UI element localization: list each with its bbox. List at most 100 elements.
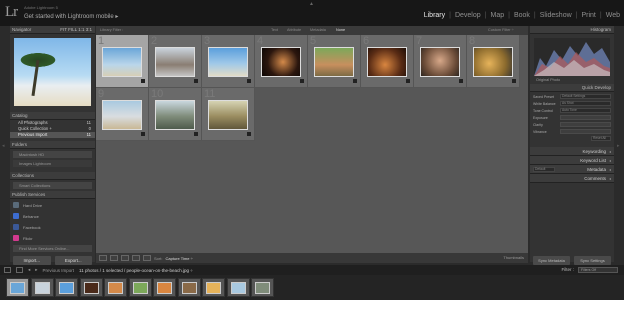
- grid-cell[interactable]: 1: [96, 35, 149, 88]
- metadata-badge-icon[interactable]: [406, 79, 410, 83]
- module-library[interactable]: Library: [424, 12, 445, 19]
- photo-thumbnail[interactable]: [155, 100, 195, 130]
- metadata-badge-icon[interactable]: [247, 132, 251, 136]
- folder-volume[interactable]: Macintosh HD: [13, 151, 92, 158]
- folders-header[interactable]: Folders: [10, 141, 95, 149]
- publish-header[interactable]: Publish Services: [10, 191, 95, 199]
- thumbnails-size-label[interactable]: Thumbnails: [503, 255, 524, 260]
- navigator-zoom-options[interactable]: FIT FILL 1:1 3:1: [60, 26, 92, 33]
- module-slideshow[interactable]: Slideshow: [540, 12, 572, 19]
- back-arrow-icon[interactable]: ◂: [28, 267, 30, 273]
- metadata-badge-icon[interactable]: [141, 132, 145, 136]
- photo-thumbnail[interactable]: [367, 47, 407, 77]
- grid-view-button[interactable]: [99, 255, 107, 261]
- quick-develop-header[interactable]: Quick Develop: [530, 84, 614, 92]
- grid-cell[interactable]: 8: [467, 35, 520, 88]
- import-button[interactable]: Import...: [13, 256, 51, 265]
- publish-service-flickr[interactable]: Flickr: [13, 233, 92, 243]
- secondary-window-icon[interactable]: [4, 267, 11, 273]
- filmstrip-thumbnail[interactable]: [104, 278, 127, 297]
- photo-thumbnail[interactable]: [314, 47, 354, 77]
- grid-cell[interactable]: 10: [149, 88, 202, 141]
- filter-none[interactable]: None: [336, 28, 345, 32]
- filter-text[interactable]: Text: [271, 28, 278, 32]
- right-panel-toggle-icon[interactable]: ▸: [617, 143, 620, 149]
- metadata-badge-icon[interactable]: [141, 79, 145, 83]
- filter-metadata[interactable]: Metadata: [310, 28, 326, 32]
- metadata-badge-icon[interactable]: [247, 79, 251, 83]
- collection-smart[interactable]: Smart Collections: [13, 182, 92, 189]
- grid-cell[interactable]: 6: [361, 35, 414, 88]
- grid-icon[interactable]: [16, 267, 23, 273]
- grid-cell[interactable]: 7: [414, 35, 467, 88]
- filter-select[interactable]: Filters Off: [578, 267, 618, 273]
- forward-arrow-icon[interactable]: ▸: [35, 267, 37, 273]
- left-panel-toggle-icon[interactable]: ◂: [2, 143, 5, 149]
- find-more-services[interactable]: Find More Services Online...: [13, 245, 92, 252]
- filmstrip-thumbnail[interactable]: [153, 278, 176, 297]
- export-button[interactable]: Export...: [54, 256, 92, 265]
- qd-exposure-steppers[interactable]: [560, 115, 611, 120]
- metadata-badge-icon[interactable]: [512, 79, 516, 83]
- module-map[interactable]: Map: [490, 12, 504, 19]
- collections-header[interactable]: Collections: [10, 172, 95, 180]
- module-develop[interactable]: Develop: [455, 12, 481, 19]
- metadata-preset-select[interactable]: Default: [533, 167, 555, 172]
- metadata-section[interactable]: Default Metadata ◂: [530, 165, 614, 174]
- photo-thumbnail[interactable]: [420, 47, 460, 77]
- qd-clarity-steppers[interactable]: [560, 122, 611, 127]
- metadata-badge-icon[interactable]: [194, 79, 198, 83]
- photo-thumbnail[interactable]: [102, 47, 142, 77]
- reset-all-button[interactable]: Reset All: [591, 136, 611, 141]
- qd-white-balance-select[interactable]: As Shot: [560, 101, 611, 106]
- qd-saved-preset-select[interactable]: Default Settings: [560, 94, 611, 99]
- module-web[interactable]: Web: [606, 12, 620, 19]
- grid-cell[interactable]: 11: [202, 88, 255, 141]
- keywording-section[interactable]: Keywording ◂: [530, 147, 614, 156]
- filmstrip-thumbnail[interactable]: [177, 278, 201, 297]
- navigator-preview[interactable]: [14, 38, 91, 106]
- filmstrip-source[interactable]: Previous Import: [43, 268, 75, 273]
- module-print[interactable]: Print: [581, 12, 595, 19]
- grid-cell[interactable]: 9: [96, 88, 149, 141]
- compare-view-button[interactable]: [121, 255, 129, 261]
- filmstrip-thumbnail[interactable]: [55, 278, 78, 297]
- photo-thumbnail[interactable]: [208, 47, 248, 77]
- filter-custom-select[interactable]: Custom Filter ÷: [488, 28, 514, 32]
- module-book[interactable]: Book: [514, 12, 530, 19]
- loupe-view-button[interactable]: [110, 255, 118, 261]
- filmstrip-thumbnail[interactable]: [251, 278, 274, 297]
- original-photo-toggle[interactable]: Original Photo: [536, 78, 608, 82]
- filmstrip-thumbnail[interactable]: [30, 278, 54, 297]
- grid-cell[interactable]: 3: [202, 35, 255, 88]
- painter-button[interactable]: [143, 255, 151, 261]
- filter-attribute[interactable]: Attribute: [287, 28, 301, 32]
- photo-thumbnail[interactable]: [155, 47, 195, 77]
- qd-vibrance-steppers[interactable]: [560, 129, 611, 134]
- qd-auto-tone-button[interactable]: Auto Tone: [560, 108, 611, 113]
- collapse-top-arrow-icon[interactable]: ▲: [309, 1, 314, 7]
- photo-thumbnail[interactable]: [473, 47, 513, 77]
- keyword-list-section[interactable]: Keyword List ◂: [530, 156, 614, 165]
- photo-thumbnail[interactable]: [102, 100, 142, 130]
- folder-item[interactable]: Images Lightroom: [13, 160, 92, 167]
- grid-cell[interactable]: 5: [308, 35, 361, 88]
- filmstrip-thumbnail[interactable]: [79, 278, 103, 297]
- navigator-header[interactable]: Navigator FIT FILL 1:1 3:1: [10, 26, 95, 34]
- metadata-badge-icon[interactable]: [194, 132, 198, 136]
- filmstrip-thumbnail[interactable]: [6, 278, 29, 297]
- sync-settings-button[interactable]: Sync Settings: [574, 256, 611, 265]
- grid-cell[interactable]: 2: [149, 35, 202, 88]
- sort-select[interactable]: Capture Time ÷: [165, 256, 192, 261]
- metadata-badge-icon[interactable]: [353, 79, 357, 83]
- sync-metadata-button[interactable]: Sync Metadata: [533, 256, 570, 265]
- photo-thumbnail[interactable]: [208, 100, 248, 130]
- metadata-badge-icon[interactable]: [300, 79, 304, 83]
- filmstrip-thumbnail[interactable]: [226, 278, 250, 297]
- metadata-badge-icon[interactable]: [459, 79, 463, 83]
- survey-view-button[interactable]: [132, 255, 140, 261]
- publish-service-harddrive[interactable]: Hard Drive: [13, 200, 92, 210]
- grid-cell[interactable]: 4: [255, 35, 308, 88]
- identity-plate[interactable]: Get started with Lightroom mobile ▸: [24, 13, 118, 20]
- publish-service-facebook[interactable]: Facebook: [13, 222, 92, 232]
